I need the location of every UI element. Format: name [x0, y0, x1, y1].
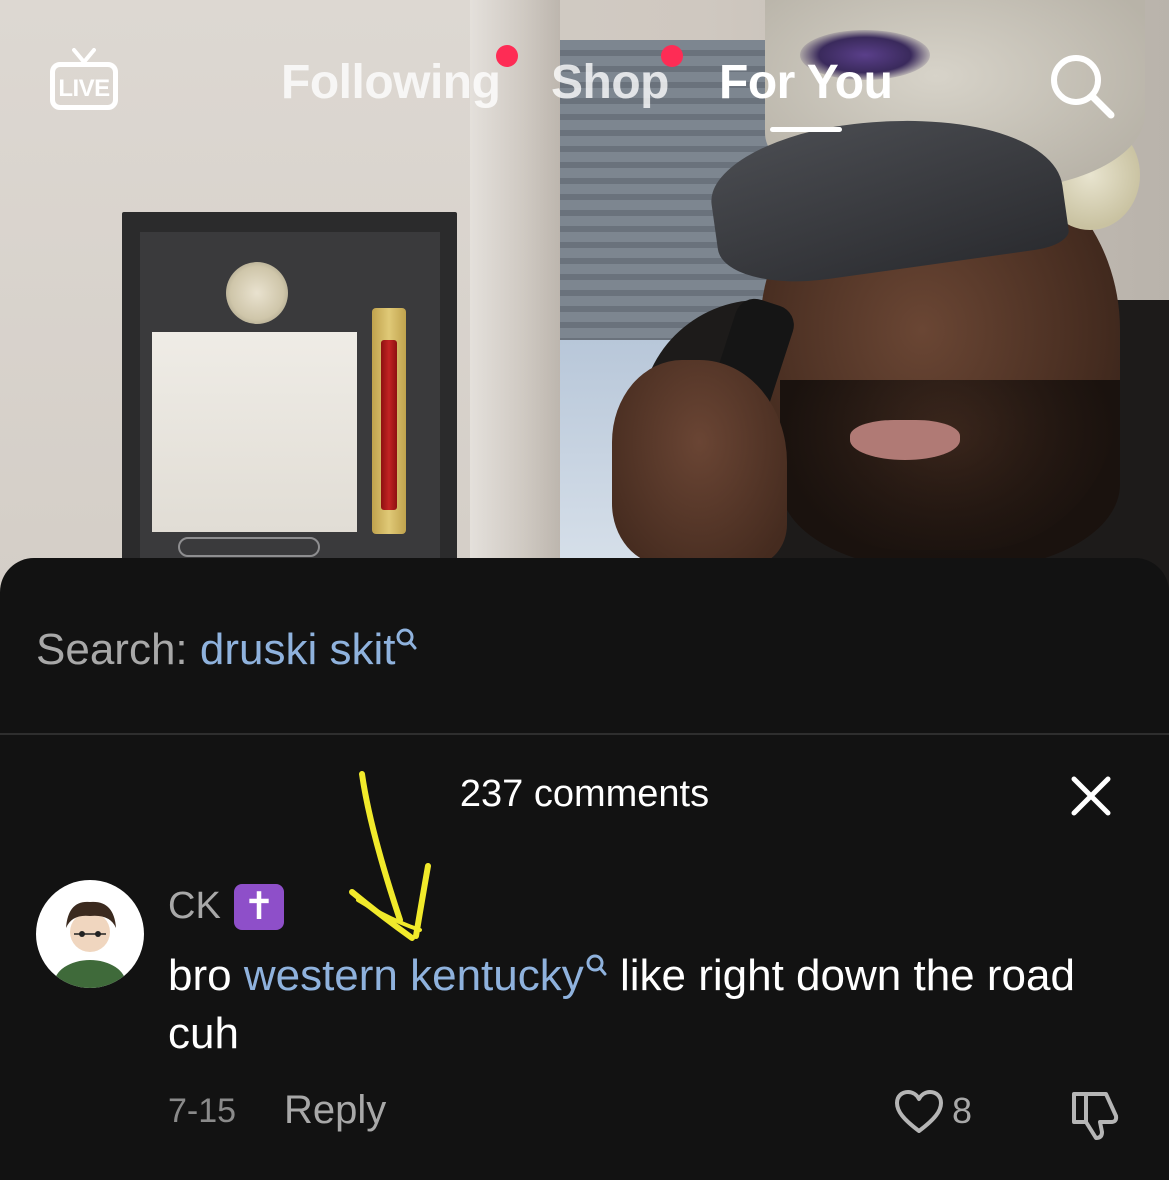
tab-following[interactable]: Following [281, 55, 501, 110]
live-button[interactable]: LIVE [50, 48, 120, 112]
avatar-illustration [54, 901, 126, 988]
comment-username[interactable]: CK [168, 885, 221, 928]
search-icon [396, 628, 417, 650]
person-beard [780, 380, 1120, 570]
comment-search-link[interactable]: western kentucky [244, 951, 584, 1000]
search-prefix: Search: [36, 625, 200, 674]
like-count: 8 [952, 1090, 973, 1131]
tab-for-you-label: For You [719, 56, 893, 109]
heart-icon[interactable] [893, 1089, 945, 1135]
diploma-plaque [178, 537, 320, 557]
reply-button[interactable]: Reply [284, 1088, 386, 1133]
comment-text-before: bro [168, 951, 244, 1000]
tassel [381, 340, 397, 510]
comment-date: 7-15 [168, 1092, 237, 1130]
tab-shop-label: Shop [551, 56, 669, 109]
cross-emoji-badge: ✝ [234, 884, 284, 930]
search-suggestion[interactable]: Search: druski skit [36, 625, 417, 675]
live-tv-icon: LIVE [50, 62, 118, 110]
shop-notification-dot [661, 45, 683, 67]
following-notification-dot [496, 45, 518, 67]
person-mouth [850, 420, 960, 460]
person-hand [612, 360, 787, 565]
search-term-link[interactable]: druski skit [200, 625, 396, 674]
active-tab-indicator [770, 127, 842, 132]
diploma-paper [152, 332, 357, 532]
divider [0, 733, 1169, 735]
dislike-icon[interactable] [1066, 1086, 1124, 1142]
live-label: LIVE [58, 75, 110, 102]
comment-count: 237 comments [459, 773, 710, 815]
tab-following-label: Following [281, 56, 501, 109]
search-icon [586, 954, 607, 976]
avatar[interactable] [36, 880, 144, 988]
diploma-seal [226, 262, 288, 324]
comment-body: bro western kentucky like right down the… [168, 947, 1108, 1063]
tab-shop[interactable]: Shop [551, 55, 669, 110]
search-icon[interactable] [1021, 52, 1121, 122]
tab-for-you[interactable]: For You [719, 55, 893, 110]
top-navigation: LIVE Following Shop For You [0, 0, 1169, 140]
close-icon[interactable] [1070, 775, 1112, 817]
